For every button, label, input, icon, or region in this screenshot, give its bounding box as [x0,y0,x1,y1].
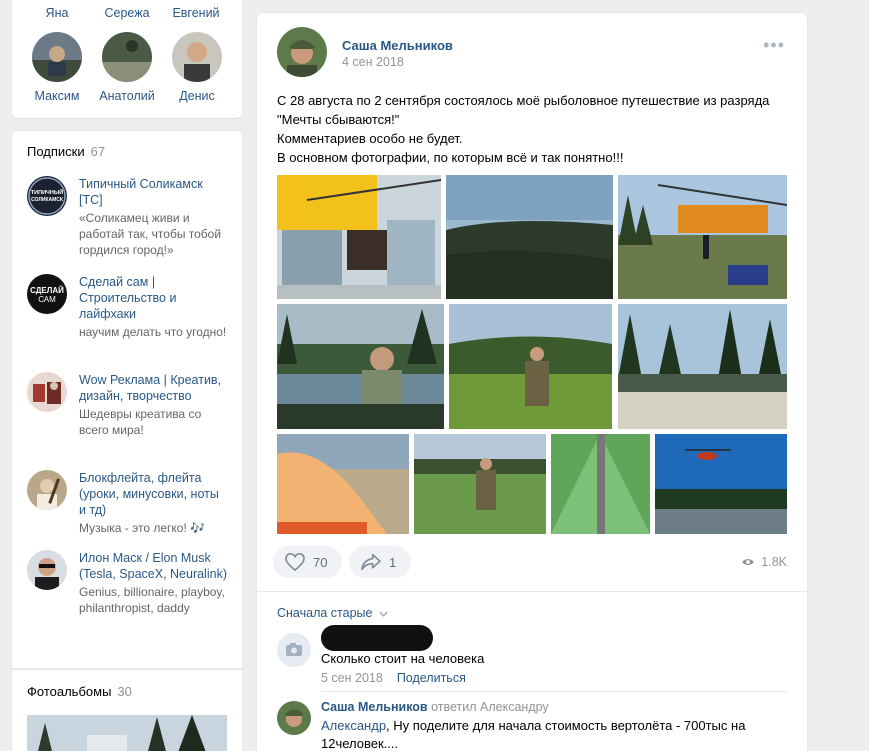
post-author[interactable]: Саша Мельников [342,38,453,53]
divider [321,691,787,692]
friend-name[interactable]: Анатолий [92,89,162,103]
svg-text:СОЛИКАМСК: СОЛИКАМСК [31,197,64,203]
photo-albums-block: Фотоальбомы 30 [12,669,242,751]
group-avatar[interactable] [27,470,67,510]
comments-sort-dropdown[interactable]: Сначала старые [277,606,388,620]
subscription-description: Шедевры креатива со всего мира! [79,407,202,437]
share-button[interactable]: 1 [349,546,411,578]
wall-post: Саша Мельников 4 сен 2018 ••• С 28 авгус… [257,13,807,751]
post-text-line: С 28 августа по 2 сентября состоялось мо… [277,93,770,127]
friend-name[interactable]: Сережа [92,6,162,20]
comment-date[interactable]: 5 сен 2018 [321,671,383,685]
reply-addressee[interactable]: Александру [480,700,549,714]
divider [257,591,807,592]
post-photo[interactable] [618,175,787,299]
post-date[interactable]: 4 сен 2018 [342,55,404,69]
subscription-description: Музыка - это легко! 🎶 [79,521,206,535]
avatar[interactable] [32,32,82,82]
comment-text: Сколько стоит на человека [321,651,485,666]
svg-text:ТИПИЧНЫЙ: ТИПИЧНЫЙ [31,188,63,196]
like-button[interactable]: 70 [273,546,342,578]
like-count: 70 [313,554,328,570]
friend-denis[interactable]: Денис [162,32,232,103]
subscription-name[interactable]: Типичный Соликамск [ТС] [79,176,229,208]
svg-text:СДЕЛАЙ: СДЕЛАЙ [30,286,64,295]
post-photo[interactable] [277,304,444,429]
subscription-description: «Соликамец живи и работай так, чтобы тоб… [79,211,222,257]
post-photo[interactable] [446,175,613,299]
replied-label: ответил Александру [427,700,549,714]
friend-maksim[interactable]: Максим [22,32,92,103]
friend-name[interactable]: Яна [22,6,92,20]
eye-icon [742,558,755,566]
avatar[interactable] [172,32,222,82]
post-photo[interactable] [414,434,546,534]
subscriptions-title[interactable]: Подписки 67 [27,144,105,159]
group-avatar[interactable]: СДЕЛАЙ САМ [27,274,67,314]
author-avatar[interactable] [277,27,327,77]
friend-name[interactable]: Денис [162,89,232,103]
subscription-description: Genius, billionaire, playboy, philanthro… [79,585,225,615]
views-count: 1.8K [761,555,787,569]
albums-title[interactable]: Фотоальбомы 30 [27,684,132,699]
views-counter: 1.8K [741,555,787,569]
subscription-name[interactable]: Сделай сам | Строительство и лайфхаки [79,274,229,322]
group-avatar[interactable]: ТИПИЧНЫЙ СОЛИКАМСК [27,176,67,216]
more-options-icon[interactable]: ••• [763,35,785,56]
post-photo[interactable] [655,434,787,534]
friend-name[interactable]: Максим [22,89,92,103]
subscription-name[interactable]: Илон Маск / Elon Musk (Tesla, SpaceX, Ne… [79,550,229,582]
heart-icon [285,553,305,571]
post-text-line: Комментариев особо не будет. [277,131,463,146]
post-photo[interactable] [277,175,441,299]
chevron-down-icon [379,611,388,617]
comment-author[interactable]: Саша Мельников ответил Александру [321,700,549,714]
subscription-description: научим делать что угодно! [79,325,227,339]
subscription-name[interactable]: Блокфлейта, флейта (уроки, минусовки, но… [79,470,229,518]
group-avatar[interactable] [27,372,67,412]
subscriptions-block: Подписки 67 ТИПИЧНЫЙ СОЛИКАМСК Типичный Со… [12,131,242,669]
friend-anatoly[interactable]: Анатолий [92,32,162,103]
avatar[interactable] [102,32,152,82]
friend-name[interactable]: Евгений [161,6,231,20]
post-photo[interactable] [277,434,409,534]
svg-text:САМ: САМ [38,295,56,304]
album-cover[interactable] [27,715,227,751]
commenter-avatar[interactable] [277,701,311,735]
share-count: 1 [389,554,397,570]
post-text: С 28 августа по 2 сентября состоялось мо… [277,91,787,167]
commenter-avatar[interactable] [277,633,311,667]
reply-mention[interactable]: Александр [321,718,386,733]
post-photo[interactable] [618,304,787,429]
share-comment-link[interactable]: Поделиться [397,671,466,685]
post-text-line: В основном фотографии, по которым всё и … [277,150,624,165]
subscription-name[interactable]: Wow Реклама | Креатив, дизайн, творчеств… [79,372,229,404]
hidden-commenter-name [321,625,433,651]
comment-text: Александр, Ну поделите для начала стоимо… [321,718,746,751]
post-photo[interactable] [551,434,650,534]
share-icon [361,553,381,571]
post-photo[interactable] [449,304,612,429]
comment-meta: 5 сен 2018 Поделиться [321,671,466,685]
friends-block: Яна Сережа Евгений Максим Анатолий Денис [12,0,242,118]
group-avatar[interactable] [27,550,67,590]
